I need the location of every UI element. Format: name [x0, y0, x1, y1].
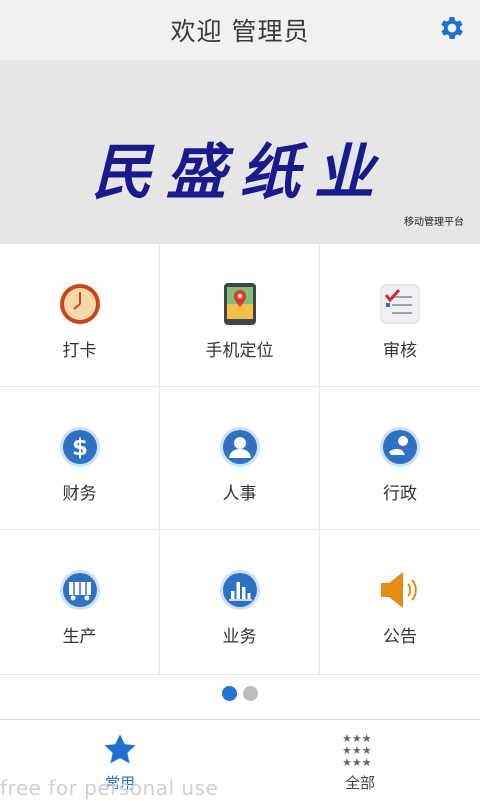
grid-item-label: 业务 [222, 627, 257, 647]
grid-item-label: 人事 [222, 484, 257, 504]
svg-text:$: $ [71, 435, 87, 461]
grid-item-label: 生产 [62, 627, 97, 647]
page-indicator [0, 686, 480, 701]
grid-item-label: 行政 [383, 484, 417, 504]
speaker-icon [378, 568, 422, 612]
settings-button[interactable] [436, 12, 468, 44]
grid-item-admin[interactable]: 行政 [320, 387, 480, 530]
grid-item-phone-location[interactable]: 手机定位 [160, 244, 320, 387]
app-header: 欢迎 管理员 [0, 0, 480, 60]
grid-item-finance[interactable]: $ 财务 [0, 387, 160, 530]
grid-item-announcement[interactable]: 公告 [320, 530, 480, 674]
checklist-icon [378, 282, 422, 326]
page-title: 欢迎 管理员 [170, 17, 310, 46]
grid-item-label: 手机定位 [205, 341, 274, 361]
page-dot-1[interactable] [222, 686, 237, 701]
star-icon [102, 732, 138, 768]
truck-icon [58, 568, 102, 612]
company-logo: 民盛纸业 [92, 138, 388, 208]
grid-item-review[interactable]: 审核 [320, 244, 480, 387]
user-icon [218, 425, 262, 469]
grid-item-label: 公告 [383, 627, 417, 647]
grid-item-production[interactable]: 生产 [0, 530, 160, 674]
grid-item-label: 财务 [62, 484, 97, 504]
grid-item-label: 审核 [383, 341, 417, 361]
admin-icon [378, 425, 422, 469]
tab-all[interactable]: ★★★ ★★★ ★★★ 全部 [240, 720, 480, 801]
function-grid: 打卡 手机定位 审核 $ 财务 人事 行政 生产 业务 公告 [0, 244, 480, 675]
grid-item-business[interactable]: 业务 [160, 530, 320, 674]
svg-text:★★★: ★★★ [342, 756, 372, 768]
grid-item-clock-in[interactable]: 打卡 [0, 244, 160, 387]
map-location-icon [218, 282, 262, 326]
gear-icon [441, 17, 463, 39]
watermark-text: free for personal use [0, 776, 219, 800]
grid-stars-icon: ★★★ ★★★ ★★★ [342, 732, 378, 768]
page-dot-2[interactable] [243, 686, 258, 701]
grid-item-label: 打卡 [62, 341, 97, 361]
banner-slogan: 移动管理平台 [404, 217, 464, 228]
clock-icon [58, 282, 102, 326]
banner: 民盛纸业 移动管理平台 [0, 60, 480, 244]
dollar-icon: $ [58, 425, 102, 469]
grid-item-hr[interactable]: 人事 [160, 387, 320, 530]
bar-chart-icon [218, 568, 262, 612]
tab-label: 全部 [344, 774, 375, 792]
